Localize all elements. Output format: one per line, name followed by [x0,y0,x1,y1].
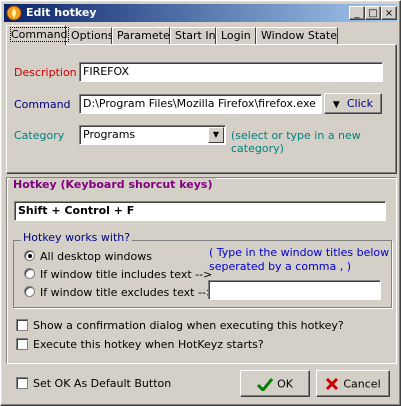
radio-all-windows-label: All desktop windows [40,250,152,263]
confirm-checkbox-label: Show a confirmation dialog when executin… [33,319,344,332]
checkmark-icon [257,378,274,393]
radio-title-includes-label: If window title includes text --> [40,268,213,281]
titles-hint-line1: ( Type in the window titles below [209,246,390,259]
minimize-button[interactable]: _ [349,6,365,20]
close-button[interactable]: × [381,6,397,20]
hotkey-field[interactable]: Shift + Control + F [14,201,386,221]
execute-on-start-checkbox[interactable] [16,338,28,350]
category-label: Category [14,129,65,142]
radio-title-excludes-label: If window title excludes text --> [40,286,216,299]
command-label: Command [14,98,71,111]
window-titles-field[interactable] [208,280,381,300]
tab-command[interactable]: Command [6,25,69,45]
description-label: Description [14,66,77,79]
confirm-checkbox[interactable] [16,319,28,331]
default-ok-label: Set OK As Default Button [33,377,172,390]
category-combobox[interactable]: Programs ▼ [79,125,226,145]
title-bar[interactable]: Edit hotkey _ □ × [4,4,397,22]
ok-button[interactable]: OK [240,370,310,397]
works-with-label: Hotkey works with? [21,231,133,244]
chevron-down-icon[interactable]: ▼ [208,127,224,143]
default-ok-checkbox[interactable] [16,377,28,389]
tab-login[interactable]: Login [216,27,256,44]
edit-hotkey-window: Edit hotkey _ □ × Command Options Parame… [0,0,401,406]
tab-parameter[interactable]: Parameter [112,27,174,44]
maximize-button[interactable]: □ [365,6,381,20]
titles-hint-line2: seperated by a comma , ) [209,260,352,273]
cancel-button[interactable]: Cancel [316,370,390,397]
app-flame-icon [6,5,22,21]
tab-options[interactable]: Options [66,27,113,44]
window-title: Edit hotkey [26,6,97,19]
radio-title-includes[interactable] [24,268,35,279]
radio-title-excludes[interactable] [24,286,35,297]
click-button[interactable]: ▼ Click [324,93,382,114]
command-field[interactable]: D:\Program Files\Mozilla Firefox\firefox… [79,94,322,114]
triangle-down-icon: ▼ [332,100,340,110]
category-hint: (select or type in a new category) [231,129,361,155]
tab-start-in[interactable]: Start In [170,27,216,44]
hotkey-group-label: Hotkey (Keyboard shorcut keys) [10,178,216,191]
x-icon [326,377,339,391]
radio-all-windows[interactable] [24,250,35,261]
tab-window-state[interactable]: Window State [256,27,338,44]
execute-on-start-label: Execute this hotkey when HotKeyz starts? [33,338,264,351]
description-field[interactable]: FIREFOX [79,62,383,82]
